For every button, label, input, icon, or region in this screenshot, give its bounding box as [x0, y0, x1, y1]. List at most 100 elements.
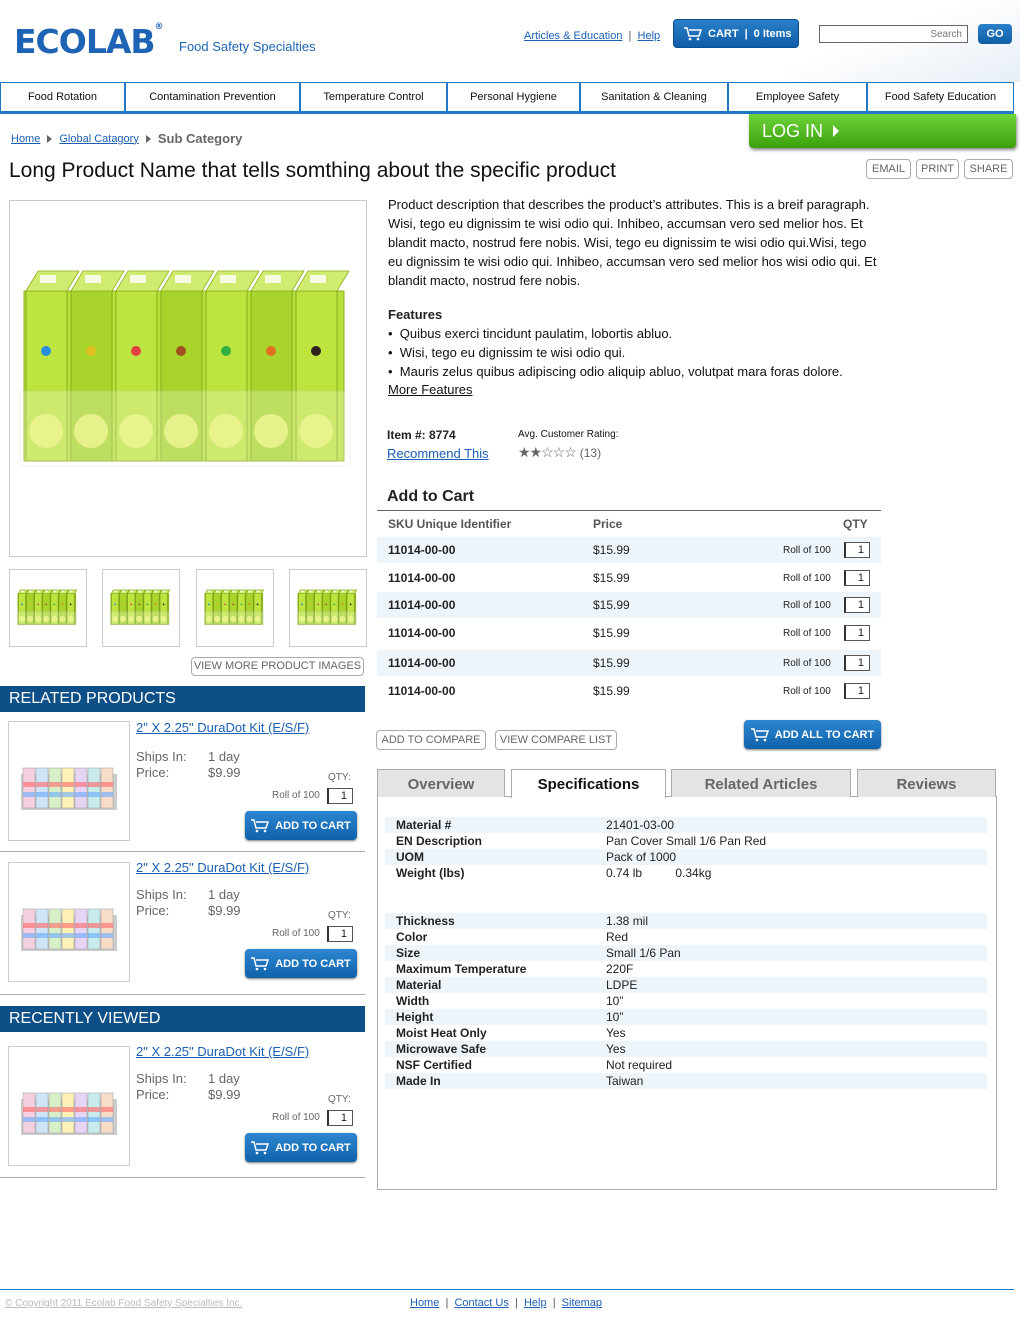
nav-sanitation-cleaning[interactable]: Sanitation & Cleaning — [580, 82, 728, 111]
help-link[interactable]: Help — [638, 30, 661, 42]
more-features-link[interactable]: More Features — [388, 382, 473, 397]
column-header-qty: QTY — [843, 517, 868, 531]
breadcrumb-home[interactable]: Home — [11, 133, 40, 145]
spec-row: EN Description Pan Cover Small 1/6 Pan Re… — [396, 834, 767, 848]
table-row: 11014-00-00 $15.99 Roll of 100 1 — [377, 678, 881, 704]
spec-row: Size Small 1/6 Pan — [385, 945, 987, 961]
search-go-button[interactable]: GO — [978, 24, 1012, 44]
features-heading: Features — [388, 307, 443, 322]
cart-button[interactable]: CART | 0 Items — [673, 19, 799, 48]
qty-input[interactable]: 1 — [327, 788, 353, 804]
qty-input[interactable]: 1 — [327, 926, 353, 942]
ecolab-logo[interactable]: ECOLAB® — [14, 22, 164, 61]
copyright: © Copyright 2011 Ecolab Food Safety Spec… — [5, 1298, 243, 1309]
table-row: 11014-00-00 $15.99 Roll of 100 1 — [377, 620, 881, 646]
qty-input[interactable]: 1 — [844, 542, 870, 558]
column-header-price: Price — [593, 517, 623, 531]
related-product-image[interactable] — [8, 862, 130, 982]
spec-row: UOM Pack of 1000 — [385, 849, 987, 865]
cart-count: 0 Items — [753, 27, 792, 40]
recent-product-card: 2" X 2.25" DuraDot Kit (E/S/F) Ships In:… — [0, 1032, 365, 1178]
footer-divider — [0, 1289, 1014, 1290]
qty-input[interactable]: 1 — [844, 625, 870, 641]
breadcrumb-global[interactable]: Global Catagory — [59, 133, 139, 145]
spec-row: Thickness 1.38 mil — [385, 913, 987, 929]
divider — [377, 510, 881, 511]
star-icon: ★★☆☆☆ — [518, 444, 577, 460]
rating-label: Avg. Customer Rating: — [518, 429, 619, 440]
spec-row: NSF Certified Not required — [396, 1058, 673, 1072]
product-thumbnail[interactable] — [196, 569, 274, 647]
tab-specifications[interactable]: Specifications — [511, 769, 666, 798]
product-description: Product description that describes the p… — [388, 197, 877, 288]
view-more-images-button[interactable]: VIEW MORE PRODUCT IMAGES — [191, 657, 364, 676]
footer-sitemap-link[interactable]: Sitemap — [562, 1297, 602, 1309]
product-main-image[interactable] — [9, 200, 367, 557]
cart-icon — [251, 956, 270, 970]
spec-row: Width 10” — [396, 994, 624, 1008]
share-button[interactable]: SHARE — [964, 159, 1013, 179]
related-product-image[interactable] — [8, 721, 130, 841]
email-button[interactable]: EMAIL — [866, 159, 911, 179]
footer-contact-link[interactable]: Contact Us — [454, 1297, 508, 1309]
spec-row: Material LDPE — [385, 977, 987, 993]
tab-related-articles[interactable]: Related Articles — [671, 769, 851, 797]
recent-product-image[interactable] — [8, 1046, 130, 1166]
spec-row: Height 10” — [385, 1009, 987, 1025]
star-rating[interactable]: ★★☆☆☆ (13) — [518, 444, 601, 461]
related-product-card: 2" X 2.25" DuraDot Kit (E/S/F) Ships In:… — [0, 852, 365, 995]
nav-temperature-control[interactable]: Temperature Control — [300, 82, 447, 111]
product-thumbnail[interactable] — [102, 569, 180, 647]
related-product-link[interactable]: 2" X 2.25" DuraDot Kit (E/S/F) — [136, 720, 309, 735]
login-button[interactable]: LOG IN — [749, 114, 1016, 148]
qty-input[interactable]: 1 — [844, 655, 870, 671]
cart-label: CART — [708, 27, 739, 40]
spec-row: Moist Heat Only Yes — [396, 1026, 626, 1040]
qty-input[interactable]: 1 — [844, 597, 870, 613]
add-to-cart-button[interactable]: ADD TO CART — [245, 1133, 357, 1162]
footer-links: Home | Contact Us | Help | Sitemap — [410, 1297, 603, 1309]
qty-input[interactable]: 1 — [844, 570, 870, 586]
nav-employee-safety[interactable]: Employee Safety — [728, 82, 867, 111]
search-input[interactable] — [819, 25, 968, 43]
view-compare-list-button[interactable]: VIEW COMPARE LIST — [495, 730, 617, 750]
spec-row: Color Red — [396, 930, 629, 944]
qty-input[interactable]: 1 — [327, 1110, 353, 1126]
related-product-card: 2" X 2.25" DuraDot Kit (E/S/F) Ships In:… — [0, 712, 365, 852]
qty-input[interactable]: 1 — [844, 683, 870, 699]
nav-food-safety-education[interactable]: Food Safety Education — [867, 82, 1014, 111]
breadcrumb-current: Sub Category — [157, 131, 243, 146]
spec-row: Material #21401-03-00 — [385, 817, 987, 833]
column-header-sku: SKU Unique Identifier — [388, 517, 512, 531]
rating-count: (13) — [579, 446, 602, 460]
footer-help-link[interactable]: Help — [524, 1297, 547, 1309]
nav-personal-hygiene[interactable]: Personal Hygiene — [447, 82, 580, 111]
product-photo — [19, 270, 351, 467]
spec-row: Weight (lbs) 0.74 lb 0.34kg — [396, 866, 712, 880]
nav-contamination-prevention[interactable]: Contamination Prevention — [125, 82, 300, 111]
add-all-to-cart-button[interactable]: ADD ALL TO CART — [744, 720, 881, 749]
print-button[interactable]: PRINT — [916, 159, 959, 179]
add-to-cart-heading: Add to Cart — [387, 488, 475, 505]
spec-row: Microwave Safe Yes — [385, 1041, 987, 1057]
feature-item: • Quibus exerci tincidunt paulatim, lobo… — [388, 326, 673, 341]
articles-link[interactable]: Articles & Education — [524, 30, 622, 42]
table-row: 11014-00-00 $15.99 Roll of 100 1 — [377, 650, 881, 676]
product-thumbnail[interactable] — [289, 569, 367, 647]
spec-row: Made In Taiwan — [385, 1073, 987, 1089]
page-title: Long Product Name that tells somthing ab… — [9, 159, 617, 182]
table-row: 11014-00-00 $15.99 Roll of 100 1 — [377, 565, 881, 591]
nav-food-rotation[interactable]: Food Rotation — [0, 82, 125, 111]
product-thumbnail[interactable] — [9, 569, 87, 647]
tab-reviews[interactable]: Reviews — [857, 769, 996, 797]
add-to-cart-button[interactable]: ADD TO CART — [245, 949, 357, 978]
tab-overview[interactable]: Overview — [377, 769, 505, 797]
related-product-link[interactable]: 2" X 2.25" DuraDot Kit (E/S/F) — [136, 860, 309, 875]
footer-home-link[interactable]: Home — [410, 1297, 439, 1309]
add-to-compare-button[interactable]: ADD TO COMPARE — [376, 730, 486, 750]
recent-product-link[interactable]: 2" X 2.25" DuraDot Kit (E/S/F) — [136, 1044, 309, 1059]
item-number: Item #: 8774 — [387, 428, 456, 442]
chevron-right-icon — [47, 134, 53, 143]
add-to-cart-button[interactable]: ADD TO CART — [245, 811, 357, 840]
recommend-link[interactable]: Recommend This — [387, 446, 489, 461]
